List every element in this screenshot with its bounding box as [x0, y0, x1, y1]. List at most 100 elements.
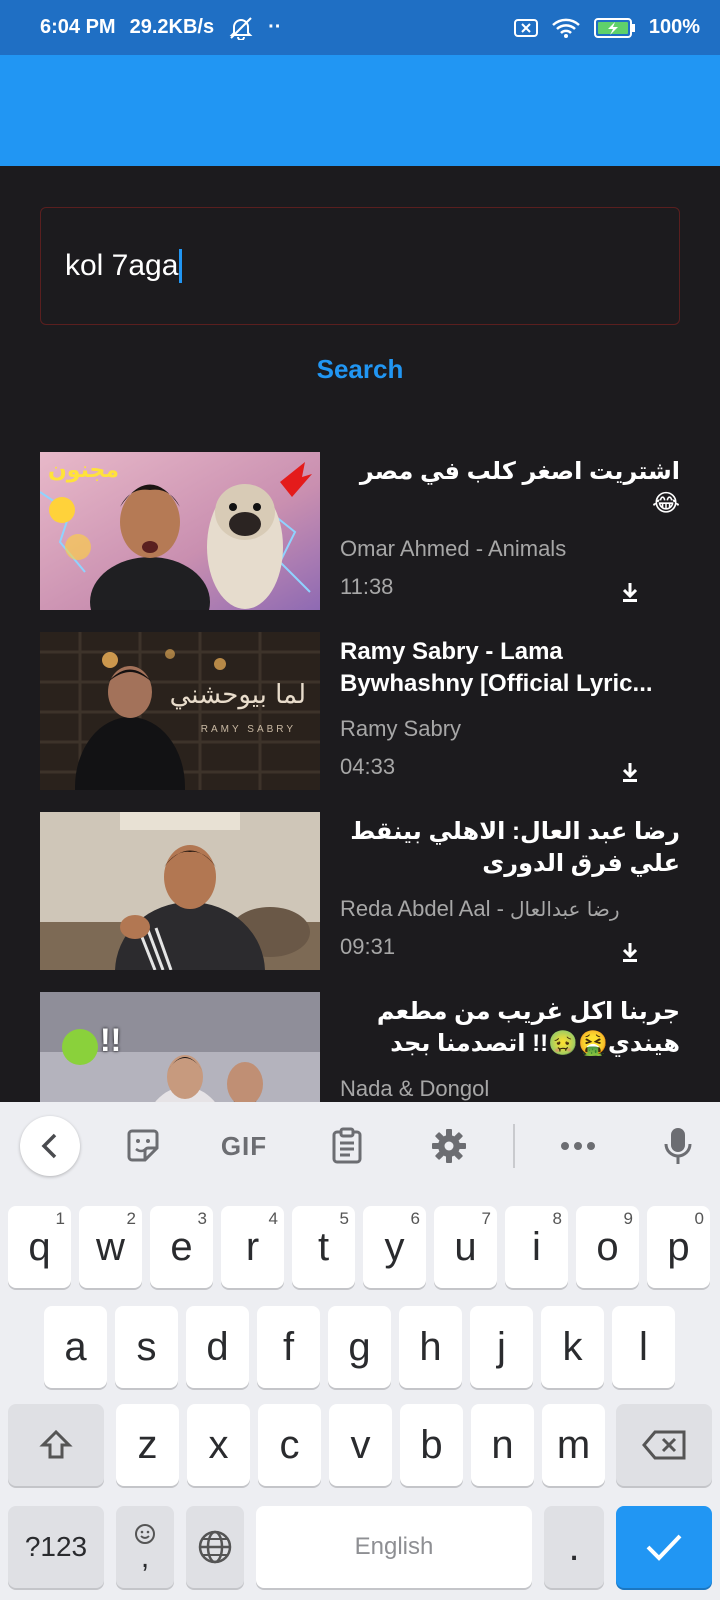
clipboard-icon[interactable] [326, 1126, 368, 1166]
space-key[interactable]: English [256, 1506, 532, 1588]
key-label: w [96, 1224, 125, 1269]
key-label: r [245, 1224, 260, 1269]
gear-icon[interactable] [428, 1126, 470, 1166]
gif-button[interactable]: GIF [214, 1126, 274, 1166]
search-button[interactable]: Search [0, 354, 720, 385]
key-i[interactable]: i8 [505, 1206, 568, 1288]
more-icon[interactable] [556, 1126, 600, 1166]
thumbnail-text: !! [100, 1022, 122, 1058]
key-l[interactable]: l [612, 1306, 675, 1388]
key-m[interactable]: m [542, 1404, 605, 1486]
results-list[interactable]: مجنون اشتريت اصغر كلب في مصر 😂 Omar Ahme… [0, 452, 720, 1102]
symbols-key[interactable]: ?123 [8, 1506, 104, 1588]
download-icon[interactable] [620, 580, 640, 604]
thumbnail-subtext: RAMY SABRY [200, 724, 296, 735]
search-input-value: kol 7aga [65, 249, 179, 282]
video-duration: 11:38 [340, 574, 394, 599]
key-b[interactable]: b [400, 1404, 463, 1486]
status-dots: ·· [268, 16, 282, 38]
list-item[interactable]: رضا عبد العال: الاهلي بينقط علي فرق الدو… [40, 812, 680, 970]
key-f[interactable]: f [257, 1306, 320, 1388]
language-key[interactable] [186, 1506, 244, 1588]
key-label: e [170, 1224, 193, 1269]
keyboard-back-button[interactable] [20, 1116, 80, 1176]
key-number-hint: 0 [694, 1209, 704, 1228]
app-bar [0, 55, 720, 166]
key-s[interactable]: s [115, 1306, 178, 1388]
globe-icon [198, 1530, 232, 1564]
key-q[interactable]: q1 [8, 1206, 71, 1288]
video-duration: 09:31 [340, 934, 396, 959]
key-h[interactable]: h [399, 1306, 462, 1388]
video-thumbnail[interactable]: مجنون [40, 452, 320, 610]
key-w[interactable]: w2 [79, 1206, 142, 1288]
key-p[interactable]: p0 [647, 1206, 710, 1288]
key-number-hint: 8 [552, 1209, 562, 1228]
key-v[interactable]: v [329, 1404, 392, 1486]
status-bar: 6:04 PM 29.2KB/s ·· 100% [0, 0, 720, 55]
key-number-hint: 2 [126, 1209, 136, 1228]
list-item[interactable]: مجنون اشتريت اصغر كلب في مصر 😂 Omar Ahme… [40, 452, 680, 610]
video-title-line1: Ramy Sabry - Lama [340, 638, 563, 665]
backspace-key[interactable] [616, 1404, 712, 1486]
key-j[interactable]: j [470, 1306, 533, 1388]
thumbnail-text: لما بيوحشني [169, 680, 306, 710]
download-icon[interactable] [620, 940, 640, 964]
status-network-speed: 29.2KB/s [129, 16, 215, 38]
key-e[interactable]: e3 [150, 1206, 213, 1288]
list-item[interactable]: لما بيوحشني RAMY SABRY Ramy Sabry - Lama… [40, 632, 680, 790]
shift-key[interactable] [8, 1404, 104, 1486]
text-cursor [179, 249, 183, 283]
key-number-hint: 1 [55, 1209, 65, 1228]
emoji-comma-key[interactable]: , [116, 1506, 174, 1588]
microphone-icon[interactable] [660, 1126, 696, 1166]
video-thumbnail[interactable] [40, 812, 320, 970]
wifi-icon [551, 17, 581, 39]
chevron-left-icon [41, 1133, 57, 1159]
key-a[interactable]: a [44, 1306, 107, 1388]
key-label: y [384, 1224, 405, 1269]
battery-charging-icon [593, 16, 637, 40]
checkmark-icon [646, 1534, 682, 1561]
video-channel: Nada & Dongol [340, 1076, 490, 1101]
key-g[interactable]: g [328, 1306, 391, 1388]
video-thumbnail[interactable]: !! [40, 992, 320, 1102]
video-title[interactable]: اشتريت اصغر كلب في مصر 😂 [340, 456, 680, 520]
key-y[interactable]: y6 [363, 1206, 426, 1288]
keyboard[interactable]: GIF q1w2e3r4t5y6u7i8o9p0 asdfghjkl zxcvb… [0, 1102, 720, 1600]
video-channel: Omar Ahmed - Animals [340, 536, 567, 561]
key-c[interactable]: c [258, 1404, 321, 1486]
key-d[interactable]: d [186, 1306, 249, 1388]
key-r[interactable]: r4 [221, 1206, 284, 1288]
video-channel-arabic: رضا عبدالعال [510, 897, 620, 921]
key-n[interactable]: n [471, 1404, 534, 1486]
video-thumbnail[interactable]: لما بيوحشني RAMY SABRY [40, 632, 320, 790]
key-z[interactable]: z [116, 1404, 179, 1486]
key-number-hint: 3 [197, 1209, 207, 1228]
key-t[interactable]: t5 [292, 1206, 355, 1288]
video-title[interactable]: جربنا اكل غريب من مطعم هيندي🤮🤢!! اتصدمنا… [340, 996, 680, 1060]
toolbar-divider [513, 1124, 515, 1168]
key-number-hint: 6 [410, 1209, 420, 1228]
shift-arrow-icon [39, 1429, 73, 1459]
key-number-hint: 9 [623, 1209, 633, 1228]
status-time: 6:04 PM [40, 16, 116, 38]
key-x[interactable]: x [187, 1404, 250, 1486]
video-title[interactable]: Ramy Sabry - Lama Bywhashny [Official Ly… [340, 636, 680, 700]
comma-label: , [140, 1541, 150, 1574]
key-u[interactable]: u7 [434, 1206, 497, 1288]
battery-percent: 100% [648, 16, 700, 38]
video-channel: Ramy Sabry [340, 716, 462, 741]
video-title[interactable]: رضا عبد العال: الاهلي بينقط علي فرق الدو… [340, 816, 680, 880]
download-icon[interactable] [620, 760, 640, 784]
key-k[interactable]: k [541, 1306, 604, 1388]
period-key[interactable]: . [544, 1506, 604, 1588]
key-o[interactable]: o9 [576, 1206, 639, 1288]
thumbnail-text: مجنون [48, 458, 120, 483]
enter-key[interactable] [616, 1506, 712, 1588]
list-item[interactable]: !! جربنا اكل غريب من مطعم هيندي🤮🤢!! اتصد… [40, 992, 680, 1102]
key-label: u [454, 1224, 477, 1269]
video-channel-latin: Reda Abdel Aal - [340, 896, 511, 921]
sticker-icon[interactable] [122, 1126, 164, 1166]
search-input[interactable]: kol 7aga [40, 207, 680, 325]
